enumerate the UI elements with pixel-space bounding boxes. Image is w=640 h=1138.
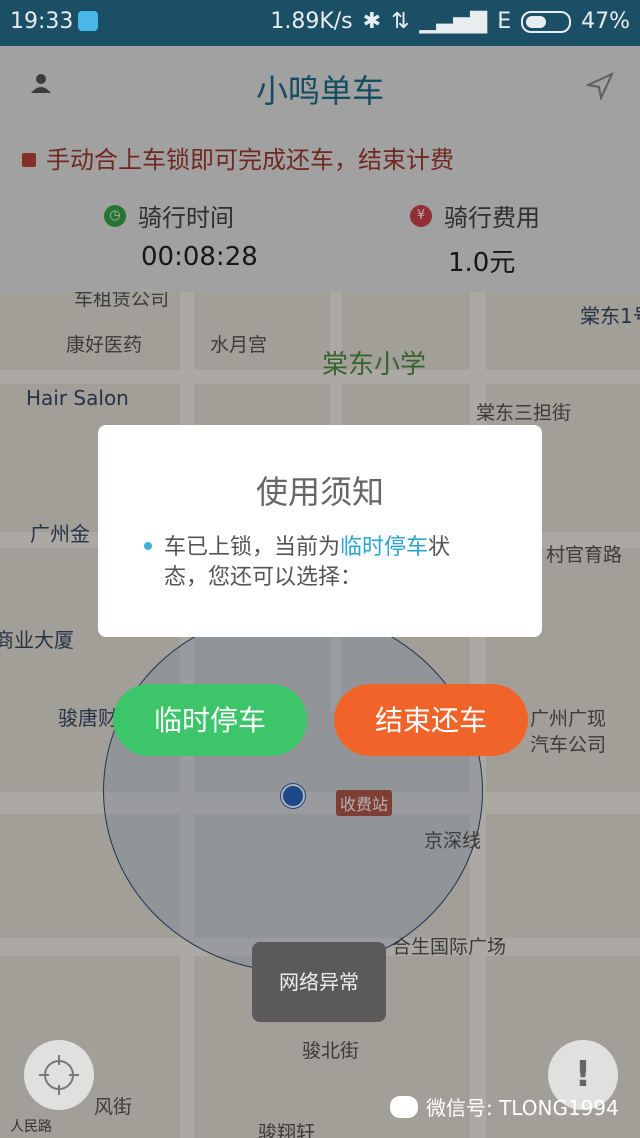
wechat-notification-icon bbox=[78, 11, 98, 31]
status-bar: 19:33 1.89K/s ✱ ⇅ ▁▃▅▇ E 47% bbox=[0, 0, 640, 46]
dialog-text-before: 车已上锁，当前为 bbox=[164, 535, 341, 560]
temporary-parking-button[interactable]: 临时停车 bbox=[113, 684, 307, 756]
bullet-icon bbox=[144, 542, 152, 550]
network-speed: 1.89K/s bbox=[270, 9, 353, 34]
wechat-icon bbox=[390, 1095, 418, 1118]
bluetooth-icon: ✱ bbox=[362, 9, 382, 34]
usage-notice-dialog: 使用须知 车已上锁，当前为临时停车状态，您还可以选择： bbox=[98, 425, 542, 637]
baidu-map-logo: 人民路 bbox=[10, 1119, 52, 1135]
data-transfer-icon: ⇅ bbox=[391, 9, 410, 34]
signal-icon: ▁▃▅▇ bbox=[419, 9, 488, 34]
end-ride-return-button[interactable]: 结束还车 bbox=[334, 684, 528, 756]
network-type: E bbox=[497, 9, 512, 34]
locate-me-button[interactable] bbox=[24, 1040, 94, 1110]
dialog-title: 使用须知 bbox=[255, 473, 384, 511]
status-time: 19:33 bbox=[10, 9, 74, 34]
battery-icon bbox=[521, 10, 572, 33]
dialog-text-highlight: 临时停车 bbox=[340, 535, 429, 560]
watermark-text: 微信号: TLONG1994 bbox=[426, 1096, 619, 1120]
dialog-message: 车已上锁，当前为临时停车状态，您还可以选择： bbox=[164, 533, 494, 593]
network-error-toast: 网络异常 bbox=[252, 942, 386, 1022]
battery-percent: 47% bbox=[581, 9, 630, 34]
status-right: 1.89K/s ✱ ⇅ ▁▃▅▇ E 47% bbox=[270, 9, 630, 34]
wechat-watermark: 微信号: TLONG1994 bbox=[390, 1092, 619, 1121]
